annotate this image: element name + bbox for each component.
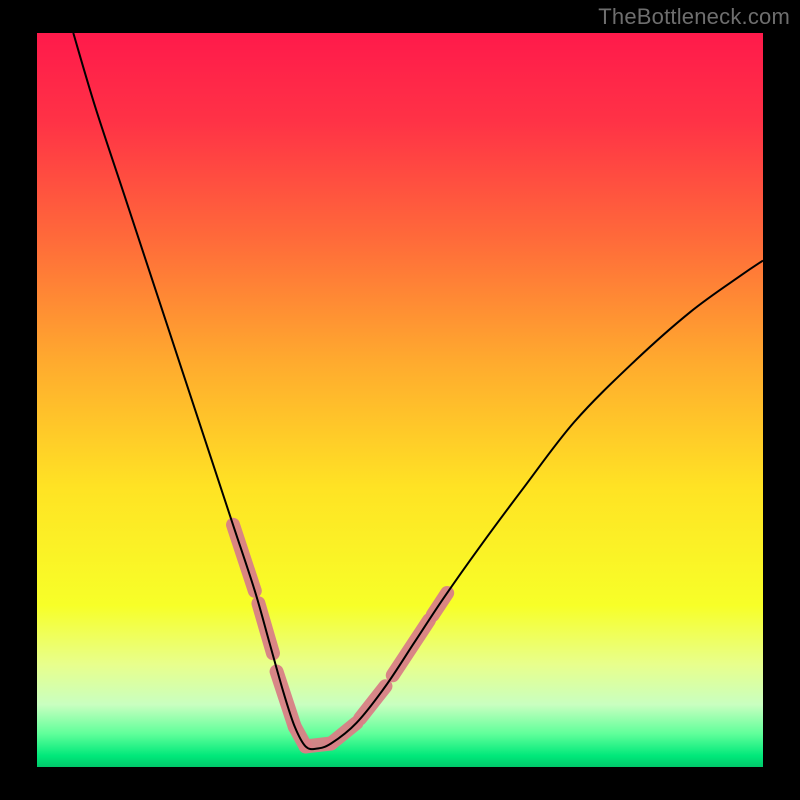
watermark-text: TheBottleneck.com xyxy=(598,4,790,30)
chart-frame: TheBottleneck.com xyxy=(0,0,800,800)
plot-svg xyxy=(37,33,763,767)
plot-area xyxy=(37,33,763,767)
